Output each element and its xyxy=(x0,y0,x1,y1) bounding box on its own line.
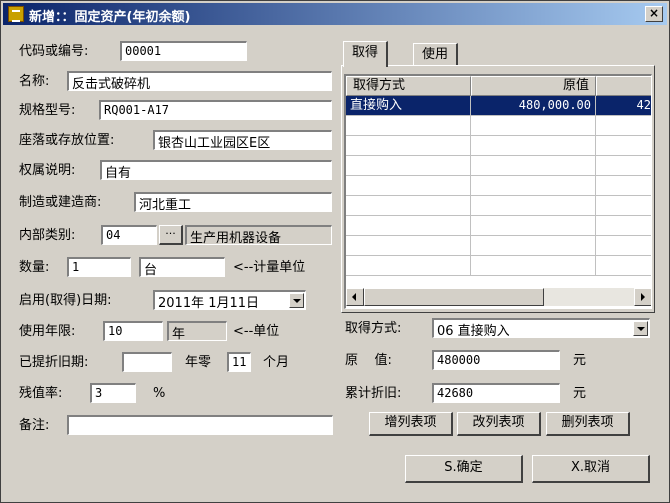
add-row-button[interactable]: 增列表项 xyxy=(369,412,453,436)
row-original: 480,000.00 xyxy=(471,96,596,115)
category-label: 内部类别: xyxy=(19,228,76,243)
horizontal-scrollbar[interactable] xyxy=(346,288,651,306)
residual-label: 残值率: xyxy=(19,386,63,401)
start-date-label: 启用(取得)日期: xyxy=(19,293,112,308)
remark-label: 备注: xyxy=(19,418,50,433)
tab-acquire[interactable]: 取得 xyxy=(343,41,389,67)
name-label: 名称: xyxy=(19,74,50,89)
method-value: 06 直接购入 xyxy=(437,324,510,338)
original-unit: 元 xyxy=(573,353,587,368)
table-row[interactable] xyxy=(346,256,651,276)
quantity-input[interactable]: 1 xyxy=(67,257,131,277)
table-row[interactable]: 直接购入 480,000.00 42 xyxy=(346,96,651,116)
acquire-grid[interactable]: 取得方式 原值 直接购入 480,000.00 42 xyxy=(344,74,652,309)
window-title: 新增：：固定资产(年初余额) xyxy=(29,10,191,25)
life-label: 使用年限: xyxy=(19,324,76,339)
category-code-input[interactable]: 04 xyxy=(101,225,157,245)
accum-input[interactable]: 42680 xyxy=(432,383,560,403)
delete-row-button[interactable]: 删列表项 xyxy=(546,412,630,436)
start-date-picker[interactable]: 2011年 1月11日 xyxy=(153,290,306,310)
remark-input[interactable] xyxy=(67,415,333,435)
location-label: 座落或存放位置: xyxy=(19,133,115,148)
depr-period-label: 已提折旧期: xyxy=(19,355,89,370)
grid-header-accum[interactable] xyxy=(596,76,651,96)
unit-hint: <--计量单位 xyxy=(233,260,306,275)
residual-unit: % xyxy=(153,386,166,401)
table-row[interactable] xyxy=(346,176,651,196)
accum-unit: 元 xyxy=(573,386,587,401)
category-name-field: 生产用机器设备 xyxy=(185,225,332,245)
app-icon xyxy=(8,6,24,22)
original-label: 原 值: xyxy=(345,353,392,368)
table-row[interactable] xyxy=(346,196,651,216)
grid-header-original[interactable]: 原值 xyxy=(471,76,596,96)
depr-year-text: 年零 xyxy=(185,355,212,370)
maker-label: 制造或建造商: xyxy=(19,195,102,210)
unit-input[interactable]: 台 xyxy=(139,257,225,277)
location-input[interactable]: 银杏山工业园区E区 xyxy=(153,130,332,150)
tab-usage[interactable]: 使用 xyxy=(413,43,459,65)
title-bar[interactable]: 新增：：固定资产(年初余额) × xyxy=(3,3,667,25)
chevron-down-icon[interactable] xyxy=(289,293,304,308)
quantity-label: 数量: xyxy=(19,260,50,275)
spec-input[interactable]: RQ001-A17 xyxy=(99,100,332,120)
depr-years-input[interactable] xyxy=(122,352,172,372)
table-row[interactable] xyxy=(346,216,651,236)
table-row[interactable] xyxy=(346,236,651,256)
code-input[interactable]: 00001 xyxy=(120,41,247,61)
row-accum: 42 xyxy=(596,96,651,115)
category-browse-button[interactable]: ··· xyxy=(159,225,183,245)
accum-label: 累计折旧: xyxy=(345,386,402,401)
start-date-value: 2011年 1月11日 xyxy=(158,296,260,310)
grid-header-method[interactable]: 取得方式 xyxy=(346,76,471,96)
spec-label: 规格型号: xyxy=(19,103,76,118)
scroll-right-icon[interactable] xyxy=(634,288,651,306)
method-label: 取得方式: xyxy=(345,321,402,336)
dialog-window: 新增：：固定资产(年初余额) × 代码或编号: 00001 名称: 反击式破碎机… xyxy=(0,0,670,503)
scroll-left-icon[interactable] xyxy=(346,288,364,306)
edit-row-button[interactable]: 改列表项 xyxy=(457,412,541,436)
chevron-down-icon[interactable] xyxy=(633,321,648,336)
name-input[interactable]: 反击式破碎机 xyxy=(67,71,332,91)
original-input[interactable]: 480000 xyxy=(432,350,560,370)
table-row[interactable] xyxy=(346,156,651,176)
close-button[interactable]: × xyxy=(645,6,663,22)
code-label: 代码或编号: xyxy=(19,44,89,59)
ok-button[interactable]: S.确定 xyxy=(405,455,523,483)
depr-month-text: 个月 xyxy=(263,355,290,370)
cancel-button[interactable]: X.取消 xyxy=(532,455,650,483)
ownership-input[interactable]: 自有 xyxy=(100,160,332,180)
life-input[interactable]: 10 xyxy=(103,321,163,341)
life-hint: <--单位 xyxy=(233,324,280,339)
residual-input[interactable]: 3 xyxy=(90,383,136,403)
ownership-label: 权属说明: xyxy=(19,163,76,178)
scroll-thumb[interactable] xyxy=(364,288,544,306)
row-method: 直接购入 xyxy=(346,96,471,115)
maker-input[interactable]: 河北重工 xyxy=(134,192,332,212)
method-select[interactable]: 06 直接购入 xyxy=(432,318,650,338)
table-row[interactable] xyxy=(346,116,651,136)
depr-months-input[interactable]: 11 xyxy=(227,352,251,372)
life-unit-field: 年 xyxy=(167,321,227,341)
table-row[interactable] xyxy=(346,136,651,156)
